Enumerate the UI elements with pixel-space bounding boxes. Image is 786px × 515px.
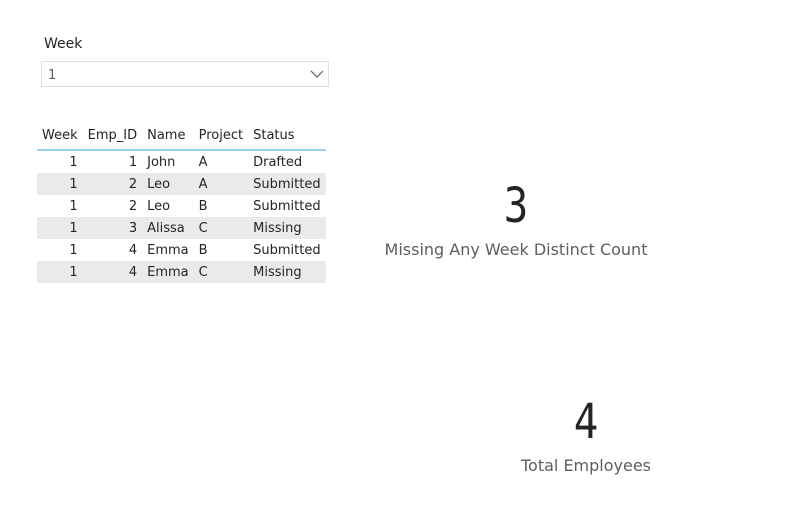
cell-week: 1 <box>37 217 83 239</box>
total-employees-card-label: Total Employees <box>520 456 652 475</box>
column-header-week[interactable]: Week <box>37 121 83 151</box>
cell-emp-id: 4 <box>128 242 138 258</box>
cell-emp-id: 4 <box>82 261 143 283</box>
column-header-status[interactable]: Status <box>248 121 326 151</box>
cell-project: A <box>193 173 249 195</box>
table-row[interactable]: 1 2 Leo A Submitted <box>37 173 326 195</box>
cell-emp-id: 2 <box>82 173 143 195</box>
cell-emp-id: 1 <box>128 154 138 170</box>
report-canvas: Week 1 Week Emp_ID Name Project Status 1… <box>0 0 786 515</box>
cell-week: 1 <box>37 261 83 283</box>
cell-name: Emma <box>142 261 194 283</box>
slicer-title: Week <box>44 36 83 52</box>
cell-status: Submitted <box>253 242 321 258</box>
table-row[interactable]: 1 2 Leo B Submitted <box>37 195 326 217</box>
cell-status: Drafted <box>253 154 303 170</box>
cell-name: Leo <box>142 173 194 195</box>
cell-status: Missing <box>248 217 326 239</box>
cell-week: 1 <box>69 154 78 170</box>
cell-project: C <box>193 217 249 239</box>
table-row[interactable]: 1 1 John A Drafted <box>37 150 326 173</box>
table-row[interactable]: 1 3 Alissa C Missing <box>37 217 326 239</box>
week-slicer-dropdown[interactable]: 1 <box>41 61 329 87</box>
table-row[interactable]: 1 4 Emma C Missing <box>37 261 326 283</box>
column-header-project[interactable]: Project <box>193 121 249 151</box>
cell-name: Alissa <box>142 217 194 239</box>
table-row[interactable]: 1 4 Emma B Submitted <box>37 239 326 261</box>
cell-week: 1 <box>69 242 78 258</box>
cell-status: Missing <box>248 261 326 283</box>
missing-count-card-label: Missing Any Week Distinct Count <box>384 240 648 259</box>
cell-emp-id: 2 <box>128 198 138 214</box>
total-employees-card-value: 4 <box>573 394 599 450</box>
cell-name: Emma <box>147 242 189 258</box>
cell-name: Leo <box>147 198 171 214</box>
column-header-name[interactable]: Name <box>142 121 194 151</box>
cell-project: B <box>198 198 208 214</box>
table-header-row: Week Emp_ID Name Project Status <box>37 121 326 151</box>
cell-week: 1 <box>37 173 83 195</box>
cell-project: B <box>198 242 208 258</box>
cell-name: John <box>147 154 176 170</box>
cell-project: A <box>198 154 208 170</box>
cell-status: Submitted <box>253 198 321 214</box>
employee-status-table: Week Emp_ID Name Project Status 1 1 John… <box>37 121 326 283</box>
missing-count-card-value: 3 <box>503 178 529 234</box>
cell-emp-id: 3 <box>82 217 143 239</box>
cell-status: Submitted <box>248 173 326 195</box>
cell-week: 1 <box>69 198 78 214</box>
column-header-emp-id[interactable]: Emp_ID <box>82 121 143 151</box>
cell-project: C <box>193 261 249 283</box>
slicer-selected-value: 1 <box>48 68 57 83</box>
chevron-down-icon[interactable] <box>310 68 324 80</box>
